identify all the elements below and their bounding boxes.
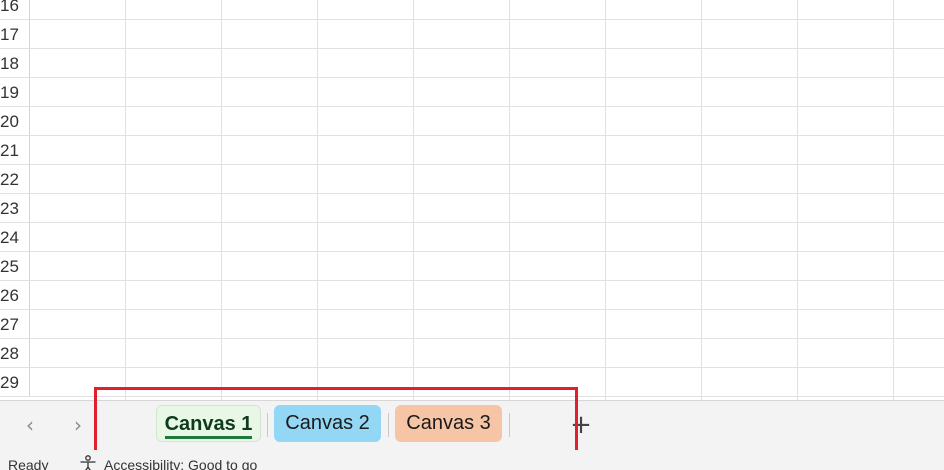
sheet-tab-label: Canvas 1: [164, 413, 253, 439]
status-bar: Ready Accessibility: Good to go: [0, 450, 944, 470]
grid-row[interactable]: 22: [0, 165, 944, 194]
row-header[interactable]: 23: [0, 194, 30, 222]
accessibility-status[interactable]: Accessibility: Good to go: [78, 454, 257, 470]
sheet-tab-bar: ‹ › Canvas 1 Canvas 2 Canvas 3 +: [0, 400, 944, 450]
row-header[interactable]: 26: [0, 281, 30, 309]
grid-row[interactable]: 25: [0, 252, 944, 281]
row-header[interactable]: 18: [0, 49, 30, 77]
row-header[interactable]: 16: [0, 0, 30, 19]
tab-separator: [388, 413, 389, 437]
status-ready-text: Ready: [8, 457, 49, 470]
accessibility-person-icon: [80, 455, 96, 470]
grid-row[interactable]: 24: [0, 223, 944, 252]
row-header[interactable]: 29: [0, 368, 30, 396]
row-header[interactable]: 20: [0, 107, 30, 135]
grid-row[interactable]: 17: [0, 20, 944, 49]
sheet-tab-canvas-2[interactable]: Canvas 2: [274, 405, 381, 442]
grid-row[interactable]: 27: [0, 310, 944, 339]
chevron-left-icon[interactable]: ‹: [18, 413, 42, 437]
row-header[interactable]: 19: [0, 78, 30, 106]
sheet-tab-canvas-1[interactable]: Canvas 1: [156, 405, 261, 442]
grid-row[interactable]: 21: [0, 136, 944, 165]
grid-row[interactable]: 28: [0, 339, 944, 368]
sheet-tab-canvas-3[interactable]: Canvas 3: [395, 405, 502, 442]
row-header[interactable]: 17: [0, 20, 30, 48]
grid-row[interactable]: 26: [0, 281, 944, 310]
grid-row[interactable]: 19: [0, 78, 944, 107]
sheet-tab-label: Canvas 3: [406, 412, 491, 434]
row-header[interactable]: 24: [0, 223, 30, 251]
grid-row[interactable]: 23: [0, 194, 944, 223]
row-header[interactable]: 25: [0, 252, 30, 280]
grid-row[interactable]: 18: [0, 49, 944, 78]
tab-separator: [509, 413, 510, 437]
row-header[interactable]: 27: [0, 310, 30, 338]
row-header[interactable]: 21: [0, 136, 30, 164]
row-header[interactable]: 22: [0, 165, 30, 193]
spreadsheet-grid[interactable]: 16 17 18 19 20 21 22 23 24 25 26 27 28 2…: [0, 0, 944, 400]
accessibility-status-text: Accessibility: Good to go: [104, 457, 258, 470]
chevron-right-icon[interactable]: ›: [66, 413, 90, 437]
grid-row[interactable]: 29: [0, 368, 944, 397]
grid-row[interactable]: 20: [0, 107, 944, 136]
sheet-tab-label: Canvas 2: [285, 412, 370, 434]
tab-separator: [267, 413, 268, 437]
grid-row[interactable]: 16: [0, 0, 944, 20]
row-header[interactable]: 28: [0, 339, 30, 367]
plus-icon[interactable]: +: [570, 412, 592, 438]
